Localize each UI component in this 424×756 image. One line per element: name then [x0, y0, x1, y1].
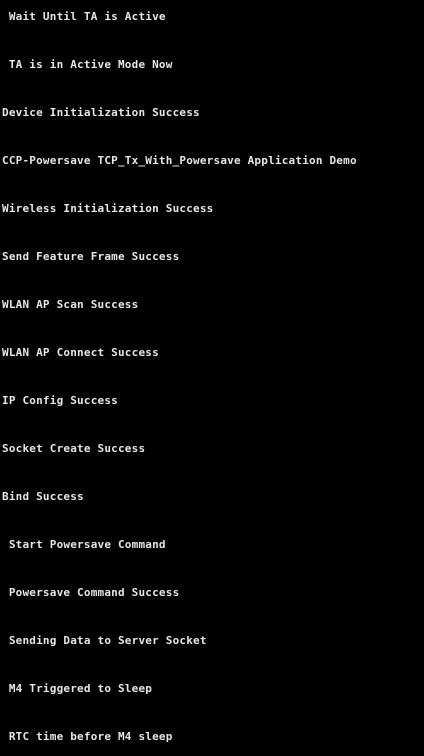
console-line: WLAN AP Scan Success: [2, 298, 139, 311]
console-line: Device Initialization Success: [2, 106, 200, 119]
console-line: Powersave Command Success: [2, 586, 180, 599]
console-line: Send Feature Frame Success: [2, 250, 180, 263]
console-line: TA is in Active Mode Now: [2, 58, 173, 71]
console-line: Socket Create Success: [2, 442, 146, 455]
console-line: IP Config Success: [2, 394, 118, 407]
console-line: Wait Until TA is Active: [2, 10, 166, 23]
console-line: Bind Success: [2, 490, 84, 503]
console-line: CCP-Powersave TCP_Tx_With_Powersave Appl…: [2, 154, 357, 167]
console-line: RTC time before M4 sleep: [2, 730, 173, 743]
console-line: M4 Triggered to Sleep: [2, 682, 153, 695]
console-line: Wireless Initialization Success: [2, 202, 214, 215]
console-line: Sending Data to Server Socket: [2, 634, 207, 647]
console-line: Start Powersave Command: [2, 538, 166, 551]
console-output: Wait Until TA is Active TA is in Active …: [0, 0, 424, 756]
console-line: WLAN AP Connect Success: [2, 346, 159, 359]
